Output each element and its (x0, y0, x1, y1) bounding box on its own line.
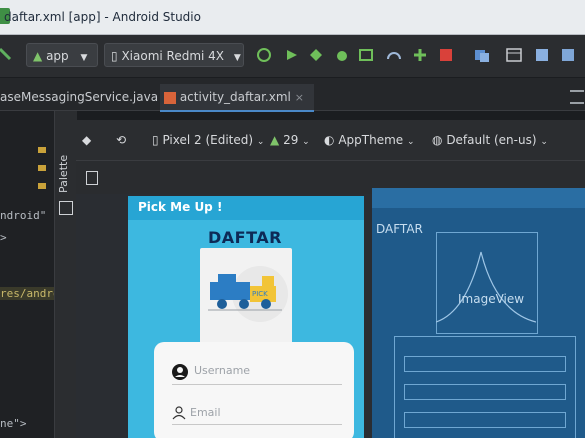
close-icon[interactable]: × (295, 91, 304, 104)
app-bar: Pick Me Up ! (128, 196, 364, 220)
username-underline (172, 384, 342, 385)
rerun-icon[interactable] (284, 47, 300, 63)
apply-changes-icon[interactable] (308, 47, 324, 63)
palette-label[interactable]: Palette (57, 155, 70, 193)
menu-icon[interactable] (570, 90, 584, 104)
component-tree-icon[interactable] (86, 171, 98, 185)
email-underline (172, 424, 342, 425)
theme-dropdown[interactable]: ◐ AppTheme ⌄ (324, 130, 415, 152)
blueprint-field (404, 384, 566, 400)
layers-icon[interactable]: ◆ (82, 130, 91, 150)
attach-icon[interactable] (412, 47, 428, 63)
device-label: Pixel 2 (Edited) (162, 133, 254, 147)
device-selector[interactable]: ▯ Xiaomi Redmi 4X ▼ (104, 43, 244, 67)
refresh-icon[interactable] (256, 47, 272, 63)
code-line: res/andro (0, 287, 60, 300)
gutter-marker (38, 147, 46, 153)
android-icon: ▲ (270, 133, 280, 147)
chevron-down-icon: ⌄ (406, 137, 415, 147)
sync-icon[interactable] (474, 47, 490, 63)
tab-messaging-service[interactable]: aseMessagingService.java × (0, 84, 171, 110)
chevron-down-icon: ⌄ (540, 137, 548, 147)
app-title: Pick Me Up ! (138, 200, 223, 214)
truck-logo-icon: PICK (208, 266, 288, 322)
blueprint-curve (436, 251, 536, 323)
blueprint-field (404, 412, 566, 428)
chevron-down-icon: ▼ (80, 53, 88, 63)
locale-dropdown[interactable]: ◍ Default (en-us) ⌄ (432, 130, 548, 152)
android-icon: ▲ (33, 49, 43, 63)
xml-file-icon (164, 91, 176, 104)
title-bar: daftar.xml [app] - Android Studio (0, 0, 585, 35)
email-field[interactable]: Email (190, 406, 221, 419)
device-dropdown[interactable]: ▯ Pixel 2 (Edited) ⌄ (152, 130, 264, 152)
chevron-down-icon: ⌄ (302, 137, 310, 147)
module-label: app (46, 49, 69, 63)
tab-label: aseMessagingService.java (0, 90, 159, 104)
blueprint-image-label: ImageView (458, 292, 525, 306)
api-dropdown[interactable]: ▲ 29 ⌄ (270, 130, 310, 152)
phone-icon: ▯ (152, 133, 159, 147)
chevron-down-icon: ▼ (233, 53, 241, 63)
layout-icon[interactable] (506, 47, 522, 63)
orientation-icon[interactable]: ⟲ (116, 130, 126, 150)
window-title: daftar.xml [app] - Android Studio (4, 10, 201, 24)
theme-label: AppTheme (338, 133, 404, 147)
module-selector[interactable]: ▲ app ▼ (26, 43, 98, 67)
main-toolbar: ▲ app ▼ ▯ Xiaomi Redmi 4X ▼ (0, 35, 585, 77)
gutter-marker (38, 183, 46, 189)
tab-activity-daftar[interactable]: activity_daftar.xml × (160, 84, 314, 112)
stop-icon[interactable] (438, 47, 454, 63)
person-icon (172, 406, 186, 420)
page-title: DAFTAR (208, 228, 282, 247)
logo-image: PICK (200, 248, 292, 344)
code-gutter: ndroid" > res/andro ne"> (0, 111, 62, 438)
locale-label: Default (en-us) (446, 133, 537, 147)
blueprint-field (404, 356, 566, 372)
username-field[interactable]: Username (194, 364, 250, 377)
blueprint-heading: DAFTAR (376, 222, 423, 236)
editor-tabs: aseMessagingService.java × activity_daft… (0, 78, 585, 112)
coverage-icon[interactable] (358, 47, 374, 63)
form-card: Username Email (154, 342, 354, 438)
phone-icon: ▯ (111, 49, 118, 63)
code-line: > (0, 231, 7, 244)
api-label: 29 (283, 133, 299, 147)
theme-icon: ◐ (324, 133, 335, 147)
design-toolbar: ◆ ⟲ ▯ Pixel 2 (Edited) ⌄ ▲ 29 ⌄ ◐ AppThe… (76, 120, 585, 160)
palette-strip[interactable]: Palette (54, 111, 77, 438)
blueprint-bar (372, 188, 585, 208)
chevron-down-icon: ⌄ (256, 137, 265, 147)
gauge-icon[interactable] (386, 47, 402, 63)
account-circle-icon (172, 364, 188, 380)
tab-label: activity_daftar.xml (179, 90, 291, 104)
phone-preview[interactable]: Pick Me Up ! DAFTAR PICK Username Email (128, 196, 364, 438)
avd-icon[interactable] (534, 47, 550, 63)
hammer-icon[interactable] (0, 45, 14, 65)
device-label: Xiaomi Redmi 4X (121, 49, 225, 63)
palette-icon[interactable] (59, 201, 73, 215)
gutter-marker (38, 165, 46, 171)
code-line: ne"> (0, 417, 27, 430)
blueprint-preview[interactable]: DAFTAR ImageView (372, 188, 585, 438)
logo-text: PICK (252, 290, 268, 298)
debug-icon[interactable] (334, 47, 350, 63)
globe-icon: ◍ (432, 133, 443, 147)
sdk-icon[interactable] (560, 47, 576, 63)
code-line: ndroid" (0, 209, 47, 222)
